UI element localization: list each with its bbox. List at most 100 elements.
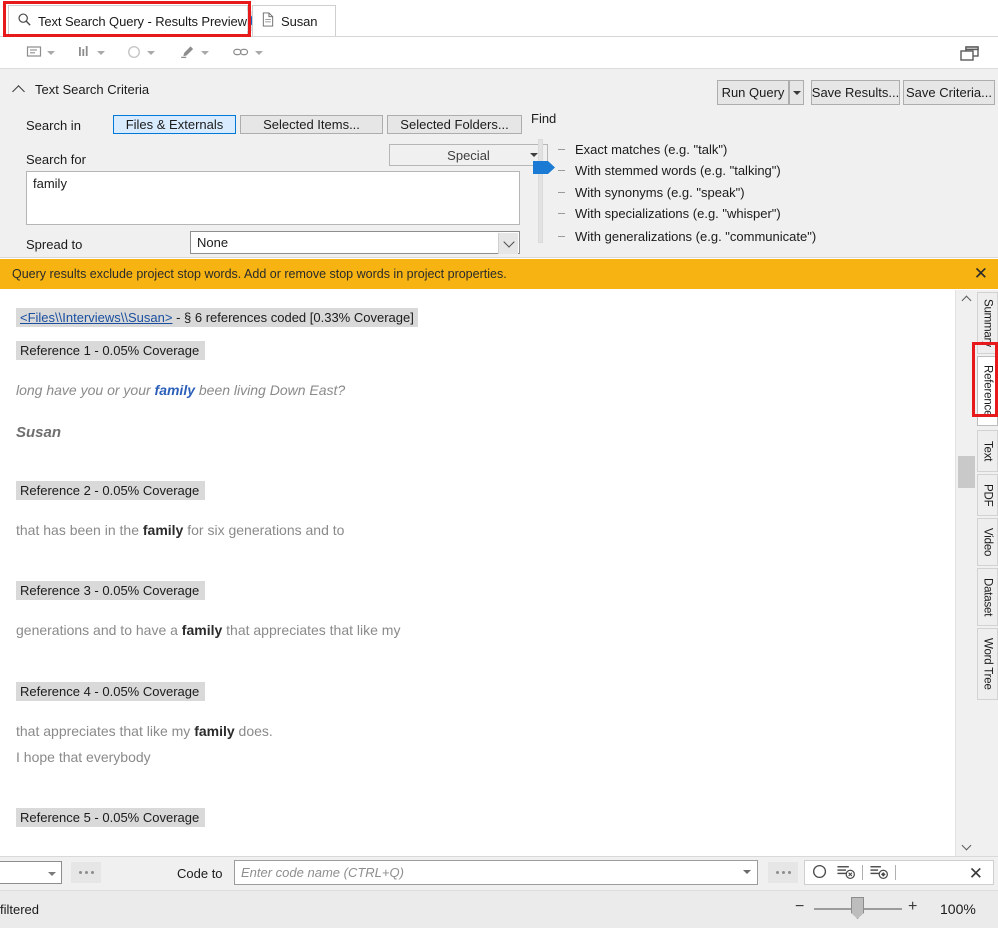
find-option-label: With stemmed words (e.g. "talking"): [575, 163, 781, 178]
special-dropdown-label: Special: [389, 144, 548, 166]
chevron-down-icon[interactable]: [255, 51, 263, 55]
reference-post-text: does.: [234, 723, 273, 740]
tab-label: Susan: [281, 13, 318, 29]
reference-body: long have you or your family been living…: [16, 380, 939, 402]
chevron-down-icon[interactable]: [47, 51, 55, 55]
zoom-out-button[interactable]: −: [795, 899, 804, 915]
reference-label: Reference 2 - 0.05% Coverage: [16, 480, 206, 500]
sidebar-item-word-tree[interactable]: Word Tree: [977, 628, 998, 700]
code-to-more-button[interactable]: [768, 862, 798, 883]
search-hit: family: [194, 723, 235, 740]
reference-label: Reference 1 - 0.05% Coverage: [16, 341, 206, 360]
search-in-selected-folders-button[interactable]: Selected Folders...: [387, 115, 522, 134]
chevron-down-icon: [530, 153, 538, 157]
spread-to-dropdown[interactable]: None: [190, 231, 520, 254]
side-tab-label: Dataset: [981, 577, 994, 617]
detail-view-tabs: Summary Reference Text PDF Video Dataset…: [975, 290, 998, 856]
scroll-down-button[interactable]: [956, 838, 976, 856]
uncode-icon[interactable]: [835, 862, 857, 884]
side-tab-label: Word Tree: [981, 638, 994, 690]
sidebar-item-reference[interactable]: Reference: [977, 356, 998, 426]
scrollbar-thumb[interactable]: [958, 456, 975, 488]
spread-to-label: Spread to: [26, 237, 83, 252]
chevron-down-icon[interactable]: [201, 51, 209, 55]
sidebar-item-text[interactable]: Text: [977, 430, 998, 472]
search-in-label: Search in: [26, 118, 81, 133]
sidebar-item-pdf[interactable]: PDF: [977, 474, 998, 516]
warning-message: Query results exclude project stop words…: [12, 267, 507, 281]
tick-icon: [558, 170, 565, 171]
search-in-selected-items-button[interactable]: Selected Items...: [240, 115, 383, 134]
chevron-up-icon[interactable]: [12, 84, 25, 98]
annotation-icon: [26, 44, 42, 63]
chevron-down-icon[interactable]: [743, 870, 751, 874]
view-toolbar: [0, 37, 998, 69]
results-preview-area: <Files\\Interviews\\Susan> - § 6 referen…: [0, 290, 955, 856]
divider: [862, 865, 863, 880]
speaker-name: Susan: [16, 423, 62, 441]
tick-icon: [558, 192, 565, 193]
tab-text-search-query[interactable]: Text Search Query - Results Preview ✖: [8, 5, 260, 36]
find-option-stemmed-words[interactable]: With stemmed words (e.g. "talking"): [558, 163, 781, 178]
save-criteria-button[interactable]: Save Criteria...: [903, 80, 995, 105]
tick-icon: [558, 213, 565, 214]
coding-scope-more-button[interactable]: [71, 862, 101, 883]
save-results-button[interactable]: Save Results...: [811, 80, 900, 105]
sidebar-item-summary[interactable]: Summary: [977, 292, 998, 354]
code-to-input[interactable]: Enter code name (CTRL+Q): [234, 860, 758, 885]
special-dropdown-button[interactable]: Special: [389, 144, 548, 166]
run-query-button[interactable]: Run Query: [717, 80, 789, 105]
reference-block: Reference 2 - 0.05% Coverage that has be…: [16, 480, 939, 542]
filter-status-text: filtered: [0, 902, 40, 917]
find-option-synonyms[interactable]: With synonyms (e.g. "speak"): [558, 185, 745, 200]
chevron-down-icon[interactable]: [147, 51, 155, 55]
tick-icon: [558, 236, 565, 237]
tab-susan[interactable]: Susan: [252, 5, 336, 36]
code-in-vivo-icon[interactable]: [868, 862, 890, 884]
find-option-label: Exact matches (e.g. "talk"): [575, 142, 728, 157]
criteria-header[interactable]: Text Search Criteria: [12, 82, 149, 98]
close-icon[interactable]: ✕: [969, 863, 983, 884]
results-vertical-scrollbar[interactable]: [955, 290, 976, 856]
search-hit: family: [142, 521, 184, 538]
coding-stripes-button[interactable]: [76, 42, 105, 64]
find-option-label: With specializations (e.g. "whisper"): [575, 206, 781, 221]
side-tab-label: Reference: [981, 365, 994, 417]
search-for-input[interactable]: [26, 171, 520, 225]
find-option-exact-matches[interactable]: Exact matches (e.g. "talk"): [558, 142, 727, 157]
highlight-circle-button[interactable]: [126, 42, 155, 64]
find-option-specializations[interactable]: With specializations (e.g. "whisper"): [558, 206, 781, 221]
search-hit: family: [154, 382, 195, 398]
source-file-link[interactable]: <Files\\Interviews\\Susan>: [20, 310, 172, 325]
see-also-links-button[interactable]: [232, 42, 263, 64]
chevron-down-icon: [792, 90, 801, 95]
circle-icon: [126, 44, 142, 63]
close-icon[interactable]: ✕: [974, 265, 988, 282]
run-query-dropdown-button[interactable]: [789, 80, 804, 105]
highlighter-button[interactable]: [178, 42, 209, 64]
reference-pre-text: that appreciates that like my: [16, 723, 195, 740]
zoom-in-button[interactable]: +: [908, 899, 917, 915]
scroll-up-button[interactable]: [956, 290, 976, 308]
tab-label: Text Search Query - Results Preview: [38, 13, 247, 29]
search-hit: family: [181, 622, 223, 639]
find-slider-track[interactable]: [538, 139, 543, 243]
search-in-files-externals-button[interactable]: Files & Externals: [113, 115, 236, 134]
sidebar-item-video[interactable]: Video: [977, 518, 998, 566]
annotation-button[interactable]: [26, 42, 55, 64]
source-header[interactable]: <Files\\Interviews\\Susan> - § 6 referen…: [16, 308, 418, 327]
chevron-down-icon[interactable]: [44, 863, 60, 884]
reference-block: Reference 4 - 0.05% Coverage that apprec…: [16, 682, 939, 768]
chevron-down-icon[interactable]: [498, 233, 518, 254]
side-tab-label: Video: [981, 527, 994, 557]
cascade-windows-button[interactable]: [958, 44, 982, 66]
link-icon: [232, 44, 250, 63]
coding-scope-dropdown[interactable]: [0, 861, 62, 884]
zoom-level-label: 100%: [940, 901, 976, 917]
reference-body: generations and to have a family that ap…: [16, 620, 939, 642]
sidebar-item-dataset[interactable]: Dataset: [977, 568, 998, 626]
find-option-label: With generalizations (e.g. "communicate"…: [575, 229, 817, 244]
chevron-down-icon[interactable]: [97, 51, 105, 55]
code-node-icon[interactable]: [811, 862, 830, 884]
find-option-generalizations[interactable]: With generalizations (e.g. "communicate"…: [558, 229, 816, 244]
